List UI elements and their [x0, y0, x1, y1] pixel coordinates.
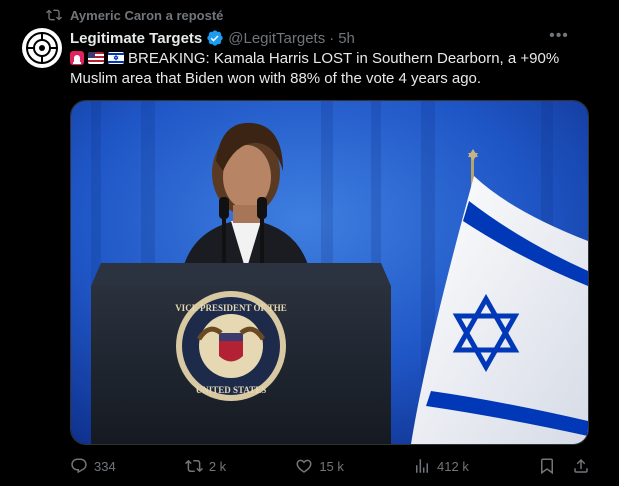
verified-badge-icon: [206, 29, 224, 47]
tweet-actions: 334 2 k 15 k 412 k: [70, 455, 590, 477]
author-handle[interactable]: @LegitTargets: [228, 30, 325, 47]
reply-button[interactable]: 334: [70, 457, 116, 475]
bookmark-button[interactable]: [538, 457, 556, 475]
views-button[interactable]: 412 k: [413, 457, 469, 475]
retweet-button[interactable]: 2 k: [184, 457, 227, 475]
social-context[interactable]: Aymeric Caron a reposté: [46, 6, 223, 24]
timestamp[interactable]: 5h: [338, 30, 355, 47]
retweet-icon: [184, 459, 203, 473]
share-group: [538, 457, 590, 475]
podium: VICE PRESIDENT OF THE UNITED STATES: [91, 263, 391, 444]
svg-text:VICE PRESIDENT OF THE: VICE PRESIDENT OF THE: [175, 303, 287, 313]
heart-icon: [296, 459, 312, 473]
alarm-emoji-icon: [70, 51, 84, 65]
scrollbar[interactable]: [603, 0, 619, 486]
share-button[interactable]: [572, 457, 590, 475]
timeline-column: Aymeric Caron a reposté Legitimate Targe…: [0, 0, 604, 486]
author-name[interactable]: Legitimate Targets: [70, 30, 202, 47]
reply-icon: [71, 458, 87, 474]
svg-text:UNITED STATES: UNITED STATES: [196, 385, 266, 395]
share-icon: [574, 458, 588, 473]
repost-label: Aymeric Caron a reposté: [70, 7, 224, 23]
tweet-body: BREAKING: Kamala Harris LOST in Southern…: [70, 50, 560, 87]
repost-icon: [46, 7, 62, 23]
tweet-text: BREAKING: Kamala Harris LOST in Southern…: [70, 49, 590, 89]
israel-flag-emoji-icon: [108, 52, 124, 64]
press-photo-image: VICE PRESIDENT OF THE UNITED STATES: [71, 101, 588, 444]
like-count: 15 k: [319, 458, 344, 474]
separator-dot: ·: [329, 29, 335, 47]
retweet-count: 2 k: [208, 458, 227, 474]
views-count: 412 k: [437, 458, 469, 474]
views-chart-icon: [416, 459, 429, 473]
like-button[interactable]: 15 k: [295, 457, 344, 475]
bookmark-icon: [541, 458, 553, 475]
reply-count: 334: [94, 458, 116, 474]
crosshair-logo-icon: [26, 32, 58, 64]
more-options-icon[interactable]: •••: [547, 26, 571, 46]
avatar[interactable]: [22, 28, 62, 68]
us-flag-emoji-icon: [88, 52, 104, 64]
tweet-header: Legitimate Targets @LegitTargets · 5h: [70, 28, 355, 48]
tweet-image[interactable]: VICE PRESIDENT OF THE UNITED STATES: [70, 100, 589, 445]
